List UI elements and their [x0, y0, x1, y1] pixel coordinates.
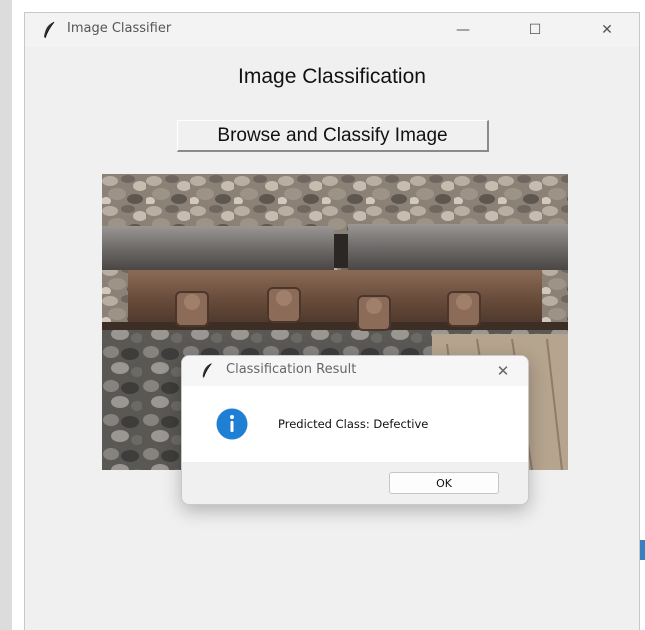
screen-edge-accent — [640, 540, 645, 560]
feather-icon — [200, 362, 214, 379]
image-classifier-window: Image Classifier — ☐ ✕ Image Classificat… — [24, 12, 640, 630]
page-heading: Image Classification — [238, 65, 426, 88]
info-icon — [216, 408, 248, 440]
window-title: Image Classifier — [67, 21, 172, 36]
dialog-body: Predicted Class: Defective — [182, 386, 528, 462]
browse-classify-button[interactable]: Browse and Classify Image — [177, 120, 489, 152]
minimize-button[interactable]: — — [443, 17, 483, 43]
classification-result-dialog: Classification Result ✕ Predicted Class:… — [181, 355, 529, 505]
ok-button[interactable]: OK — [389, 472, 499, 494]
prediction-message: Predicted Class: Defective — [278, 417, 429, 431]
close-button[interactable]: ✕ — [587, 17, 627, 43]
dialog-title: Classification Result — [226, 362, 357, 377]
screen-background-strip — [0, 0, 12, 630]
feather-icon — [41, 21, 57, 39]
maximize-button[interactable]: ☐ — [515, 17, 555, 43]
title-bar[interactable]: Image Classifier — ☐ ✕ — [25, 13, 639, 47]
dialog-title-bar[interactable]: Classification Result ✕ — [182, 356, 528, 386]
dialog-close-button[interactable]: ✕ — [488, 358, 518, 384]
